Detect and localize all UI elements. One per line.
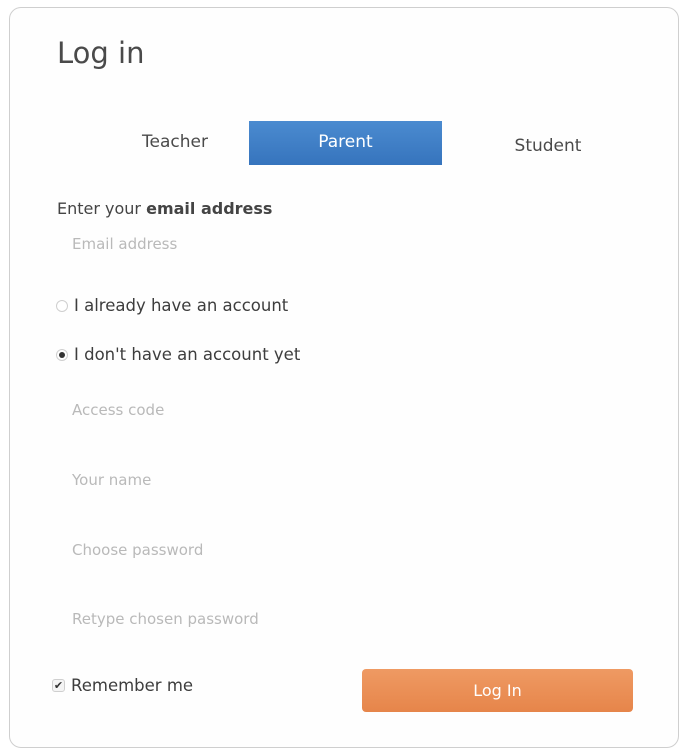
remember-me-option[interactable]: ✔ Remember me [52, 676, 193, 695]
radio-have-account[interactable]: I already have an account [56, 296, 288, 315]
radio-no-account-label: I don't have an account yet [74, 345, 301, 364]
email-section-label: Enter your email address [57, 199, 272, 218]
email-label-bold: email address [146, 199, 273, 218]
access-code-field[interactable] [72, 391, 642, 429]
checkbox-checked[interactable]: ✔ [52, 679, 65, 692]
tab-parent[interactable]: Parent [249, 121, 442, 165]
radio-have-account-label: I already have an account [74, 296, 289, 315]
tab-student[interactable]: Student [448, 125, 648, 169]
role-tabs: Teacher Parent Student [100, 121, 650, 167]
login-card: Log in Teacher Parent Student Enter your… [9, 7, 679, 748]
login-button[interactable]: Log In [362, 669, 633, 712]
retype-password-field[interactable] [72, 600, 642, 638]
password-field[interactable] [72, 531, 642, 569]
remember-me-label: Remember me [71, 676, 194, 695]
radio-no-account[interactable]: I don't have an account yet [56, 345, 300, 364]
email-field[interactable] [72, 225, 642, 263]
radio-button-unchecked[interactable] [56, 299, 68, 312]
page-title: Log in [57, 36, 145, 70]
radio-button-checked[interactable] [56, 348, 68, 361]
tab-teacher[interactable]: Teacher [100, 121, 250, 165]
name-field[interactable] [72, 461, 642, 499]
email-label-prefix: Enter your [57, 199, 147, 218]
